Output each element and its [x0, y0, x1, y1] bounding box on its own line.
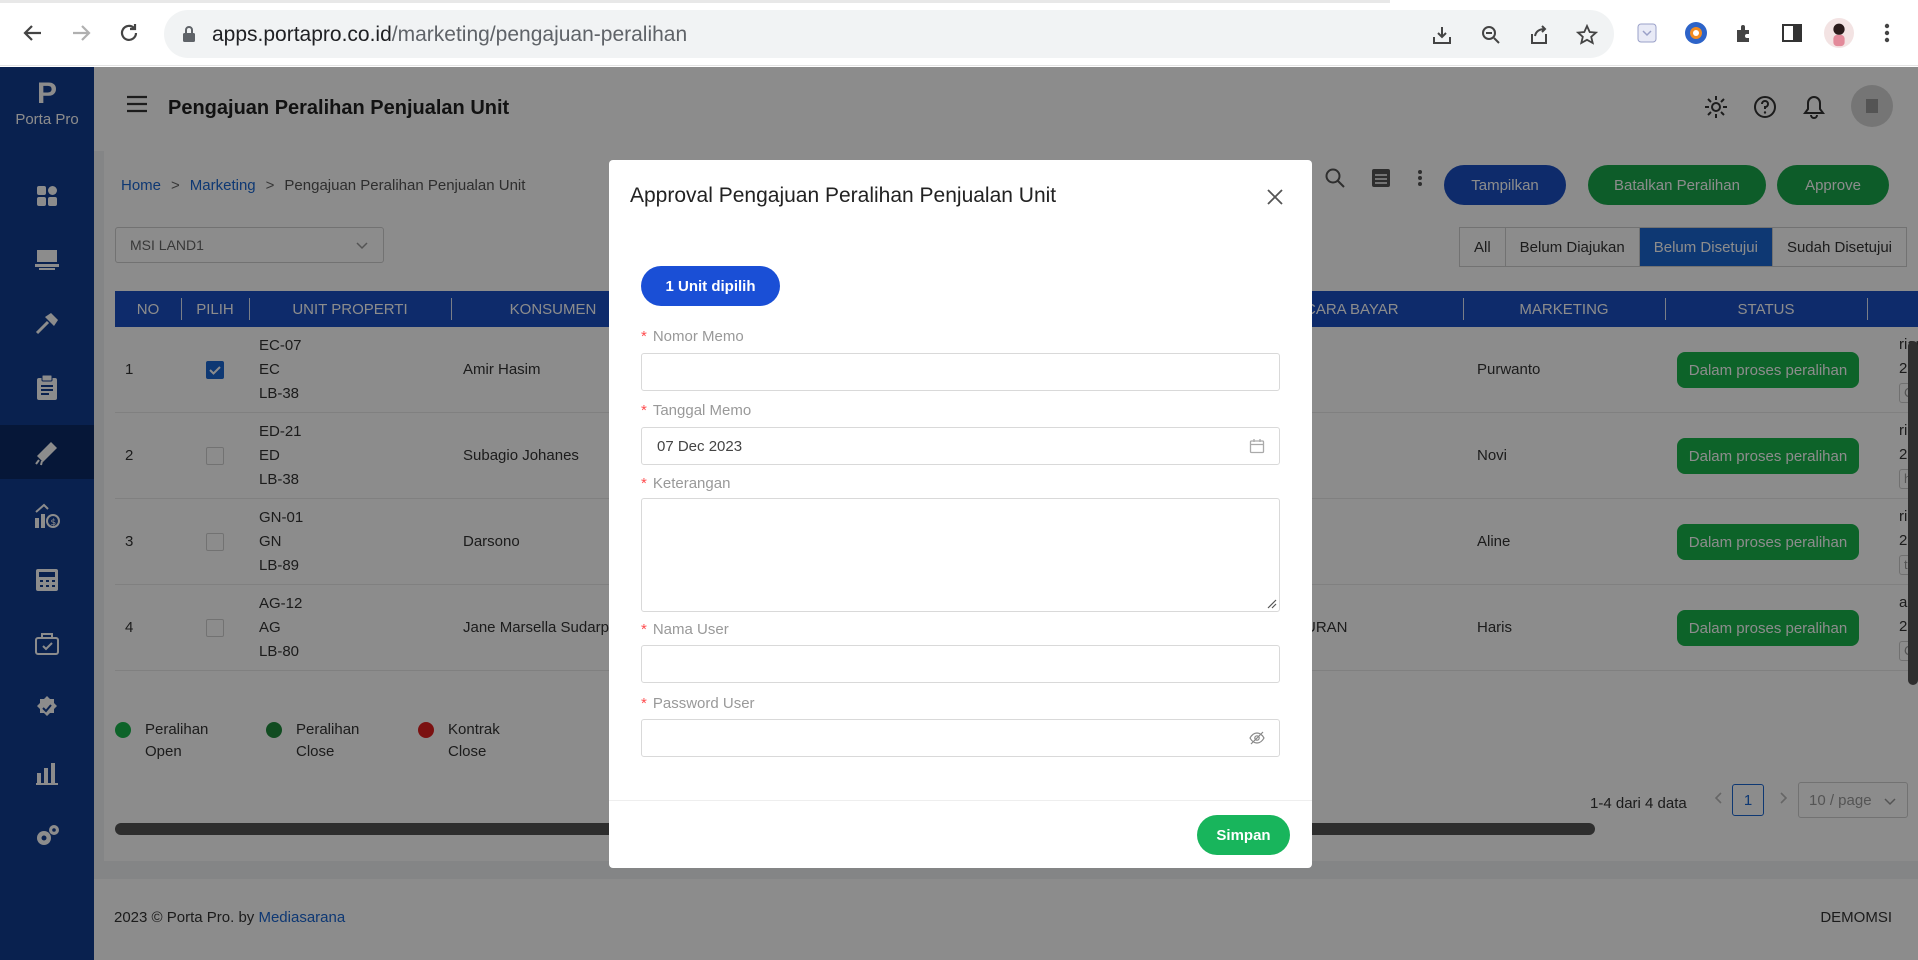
url-text: apps.portapro.co.id/marketing/pengajuan-…: [212, 23, 687, 47]
keterangan-label: * Keterangan: [641, 475, 730, 492]
required-mark: *: [641, 475, 647, 492]
eye-invisible-icon[interactable]: [1249, 730, 1265, 746]
install-app-icon[interactable]: [1429, 22, 1455, 48]
required-mark: *: [641, 328, 647, 345]
calendar-icon: [1249, 439, 1265, 454]
tanggal-memo-datepicker[interactable]: 07 Dec 2023: [641, 427, 1280, 465]
selected-units-badge[interactable]: 1 Unit dipilih: [641, 266, 780, 306]
modal-title: Approval Pengajuan Peralihan Penjualan U…: [630, 184, 1057, 207]
extension-shield-icon[interactable]: [1681, 16, 1711, 50]
required-mark: *: [641, 695, 647, 712]
modal-footer-divider: [609, 800, 1312, 801]
reload-icon: [120, 24, 138, 41]
chrome-menu-icon[interactable]: [1872, 16, 1902, 50]
reload-button[interactable]: [112, 16, 146, 50]
keterangan-textarea[interactable]: [641, 498, 1280, 612]
nomor-memo-input[interactable]: [641, 353, 1280, 391]
nama-user-input[interactable]: [641, 645, 1280, 683]
field-label-text: Nama User: [652, 621, 729, 638]
field-label-text: Keterangan: [652, 475, 731, 492]
zoom-icon[interactable]: [1478, 22, 1504, 48]
close-icon[interactable]: [1262, 184, 1288, 210]
share-icon[interactable]: [1526, 22, 1552, 48]
browser-toolbar: apps.portapro.co.id/marketing/pengajuan-…: [0, 0, 1918, 66]
field-label-text: Nomor Memo: [652, 328, 744, 345]
tab-strip: [0, 0, 1390, 3]
profile-avatar-icon[interactable]: [1824, 16, 1854, 50]
password-label: * Password User: [641, 695, 755, 712]
lock-icon: [183, 26, 195, 42]
nomor-memo-label: * Nomor Memo: [641, 328, 744, 345]
required-mark: *: [641, 402, 647, 419]
tanggal-memo-value: 07 Dec 2023: [657, 438, 743, 455]
approval-modal: Approval Pengajuan Peralihan Penjualan U…: [609, 160, 1312, 868]
arrow-left-icon: [23, 25, 41, 41]
side-panel-icon[interactable]: [1777, 16, 1807, 50]
field-label-text: Tanggal Memo: [652, 402, 752, 419]
url-host: apps.portapro.co.id: [212, 23, 392, 46]
field-label-text: Password User: [652, 695, 755, 712]
back-button[interactable]: [16, 16, 50, 50]
extensions-puzzle-icon[interactable]: [1729, 16, 1759, 50]
nama-user-label: * Nama User: [641, 621, 729, 638]
bookmark-star-icon[interactable]: [1574, 22, 1600, 48]
extension-box-icon[interactable]: [1632, 16, 1662, 50]
arrow-right-icon: [73, 25, 91, 41]
address-bar[interactable]: apps.portapro.co.id/marketing/pengajuan-…: [164, 10, 1614, 58]
required-mark: *: [641, 621, 647, 638]
simpan-button[interactable]: Simpan: [1197, 815, 1290, 855]
password-input[interactable]: [641, 719, 1280, 757]
tanggal-memo-label: * Tanggal Memo: [641, 402, 751, 419]
resize-grip-icon[interactable]: [1265, 597, 1277, 609]
url-path: /marketing/pengajuan-peralihan: [391, 23, 688, 46]
forward-button[interactable]: [64, 16, 98, 50]
